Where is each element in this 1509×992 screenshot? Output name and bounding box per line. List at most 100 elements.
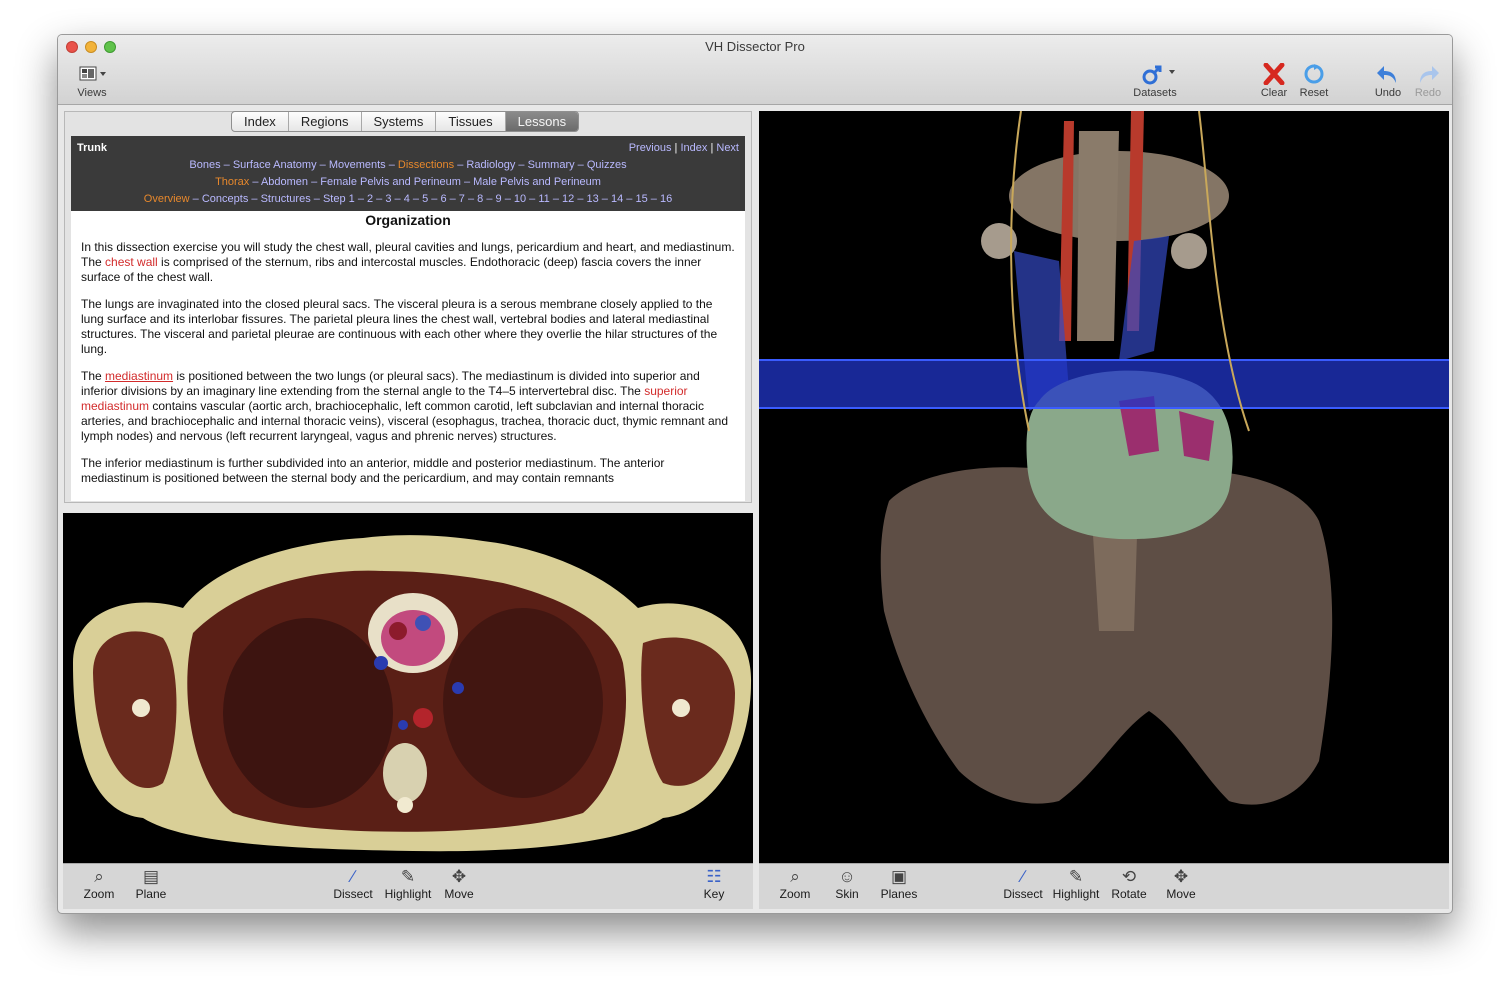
link-separator: – <box>464 193 478 205</box>
magnifier-icon: ⌕ <box>94 867 104 886</box>
lesson-link[interactable]: Summary <box>528 159 575 171</box>
lesson-region-links: Thorax – Abdomen – Female Pelvis and Per… <box>71 176 745 188</box>
move-button[interactable]: ✥ Move <box>1163 867 1199 901</box>
tab-regions[interactable]: Regions <box>289 112 362 131</box>
zoom-label: Zoom <box>779 887 811 901</box>
skin-label: Skin <box>835 887 859 901</box>
undo-button[interactable]: Undo <box>1372 63 1404 99</box>
lesson-paragraph: The lungs are invaginated into the close… <box>81 297 718 356</box>
rotate-icon: ⟲ <box>1121 867 1137 886</box>
rotate-button[interactable]: ⟲ Rotate <box>1109 867 1149 901</box>
red-x-icon <box>1258 62 1290 87</box>
link-separator: – <box>574 193 587 205</box>
dissect-label: Dissect <box>1003 887 1043 901</box>
lesson-link[interactable]: Movements <box>329 159 386 171</box>
highlight-label: Highlight <box>1052 887 1100 901</box>
index-link[interactable]: Index <box>680 142 707 154</box>
key-button[interactable]: ☷ Key <box>699 867 729 901</box>
link-separator: – <box>308 176 321 188</box>
move-label: Move <box>1166 887 1196 901</box>
zoom-button[interactable]: ⌕ Zoom <box>81 867 117 901</box>
clear-button[interactable]: Clear <box>1258 62 1290 99</box>
zoom-button[interactable]: ⌕ Zoom <box>777 867 813 901</box>
redo-button[interactable]: Redo <box>1412 63 1444 99</box>
scalpel-icon: ∕ <box>351 867 355 886</box>
lesson-content: Organization In this dissection exercise… <box>71 211 745 501</box>
lesson-link[interactable]: 14 <box>611 193 623 205</box>
lesson-link[interactable]: 10 <box>514 193 526 205</box>
lesson-link[interactable]: Overview <box>144 193 190 205</box>
key-hierarchy-icon: ☷ <box>706 867 722 886</box>
tab-lessons[interactable]: Lessons <box>505 112 579 131</box>
lesson-nav-header: Trunk Previous | Index | Next Bones – Su… <box>71 136 745 211</box>
lesson-topic-links: Bones – Surface Anatomy – Movements – Di… <box>71 159 745 171</box>
dissect-button[interactable]: ∕ Dissect <box>1001 867 1045 901</box>
3d-model-image <box>759 111 1449 863</box>
link-separator: – <box>385 159 398 171</box>
chest-wall-link[interactable]: chest wall <box>105 255 158 269</box>
tab-systems[interactable]: Systems <box>362 112 437 131</box>
3d-view-toolbar: ⌕ Zoom ☺ Skin ▣ Planes ∕ Dissect ✎ Highl… <box>759 863 1449 909</box>
move-button[interactable]: ✥ Move <box>441 867 477 901</box>
datasets-button[interactable]: Datasets <box>1132 63 1178 99</box>
axial-section-image <box>63 513 753 863</box>
zoom-label: Zoom <box>83 887 115 901</box>
mediastinum-link[interactable]: mediastinum <box>105 369 173 383</box>
link-separator: – <box>189 193 202 205</box>
link-separator: – <box>598 193 611 205</box>
highlighter-icon: ✎ <box>1068 867 1084 886</box>
link-separator: – <box>409 193 423 205</box>
tab-index[interactable]: Index <box>232 112 289 131</box>
skin-button[interactable]: ☺ Skin <box>831 867 863 901</box>
lesson-link[interactable]: Male Pelvis and Perineum <box>473 176 601 188</box>
link-separator: – <box>220 159 233 171</box>
lesson-link[interactable]: Abdomen <box>261 176 308 188</box>
lesson-link[interactable]: Quizzes <box>587 159 627 171</box>
cross-section-view[interactable] <box>63 513 753 863</box>
lesson-link[interactable]: Dissections <box>398 159 454 171</box>
lesson-link[interactable]: 15 <box>635 193 647 205</box>
link-separator: – <box>623 193 636 205</box>
planes-label: Planes <box>880 887 918 901</box>
link-separator: – <box>316 159 329 171</box>
lesson-link[interactable]: 11 <box>538 193 549 205</box>
lesson-pager: Previous | Index | Next <box>629 142 739 154</box>
window-title: VH Dissector Pro <box>705 39 805 54</box>
3d-view[interactable] <box>759 111 1449 863</box>
lesson-link[interactable]: Female Pelvis and Perineum <box>320 176 461 188</box>
highlight-button[interactable]: ✎ Highlight <box>381 867 435 901</box>
views-label: Views <box>77 87 107 99</box>
link-separator: – <box>391 193 404 205</box>
datasets-label: Datasets <box>1133 87 1177 99</box>
dissect-button[interactable]: ∕ Dissect <box>331 867 375 901</box>
lesson-link[interactable]: Concepts <box>202 193 248 205</box>
text: is positioned between the two lungs (or … <box>81 369 700 398</box>
previous-link[interactable]: Previous <box>629 142 672 154</box>
lesson-link[interactable]: Surface Anatomy <box>233 159 317 171</box>
planes-icon: ▣ <box>890 867 908 886</box>
reset-button[interactable]: Reset <box>1298 63 1330 99</box>
link-separator: – <box>248 193 261 205</box>
undo-arrow-icon <box>1372 63 1404 87</box>
highlight-button[interactable]: ✎ Highlight <box>1049 867 1103 901</box>
tab-tissues[interactable]: Tissues <box>436 112 506 131</box>
views-icon <box>76 63 108 87</box>
lesson-paragraph: The inferior mediastinum is further subd… <box>81 456 665 485</box>
lesson-link[interactable]: Radiology <box>466 159 515 171</box>
link-separator: – <box>549 193 563 205</box>
text: The <box>81 369 106 383</box>
plane-button[interactable]: ▤ Plane <box>133 867 169 901</box>
section-view-toolbar: ⌕ Zoom ▤ Plane ∕ Dissect ✎ Highlight ✥ M… <box>63 863 753 909</box>
lesson-paragraph: The mediastinum is positioned between th… <box>81 369 735 444</box>
lesson-link[interactable]: 13 <box>587 193 599 205</box>
lesson-link[interactable]: 12 <box>562 193 574 205</box>
lesson-link[interactable]: Structures <box>261 193 311 205</box>
planes-button[interactable]: ▣ Planes <box>879 867 919 901</box>
next-link[interactable]: Next <box>716 142 739 154</box>
lesson-link[interactable]: 16 <box>660 193 672 205</box>
lesson-link[interactable]: Bones <box>189 159 220 171</box>
views-button[interactable]: Views <box>76 63 108 99</box>
lesson-link[interactable]: Step 1 <box>323 193 355 205</box>
link-separator: – <box>515 159 528 171</box>
lesson-link[interactable]: Thorax <box>215 176 249 188</box>
